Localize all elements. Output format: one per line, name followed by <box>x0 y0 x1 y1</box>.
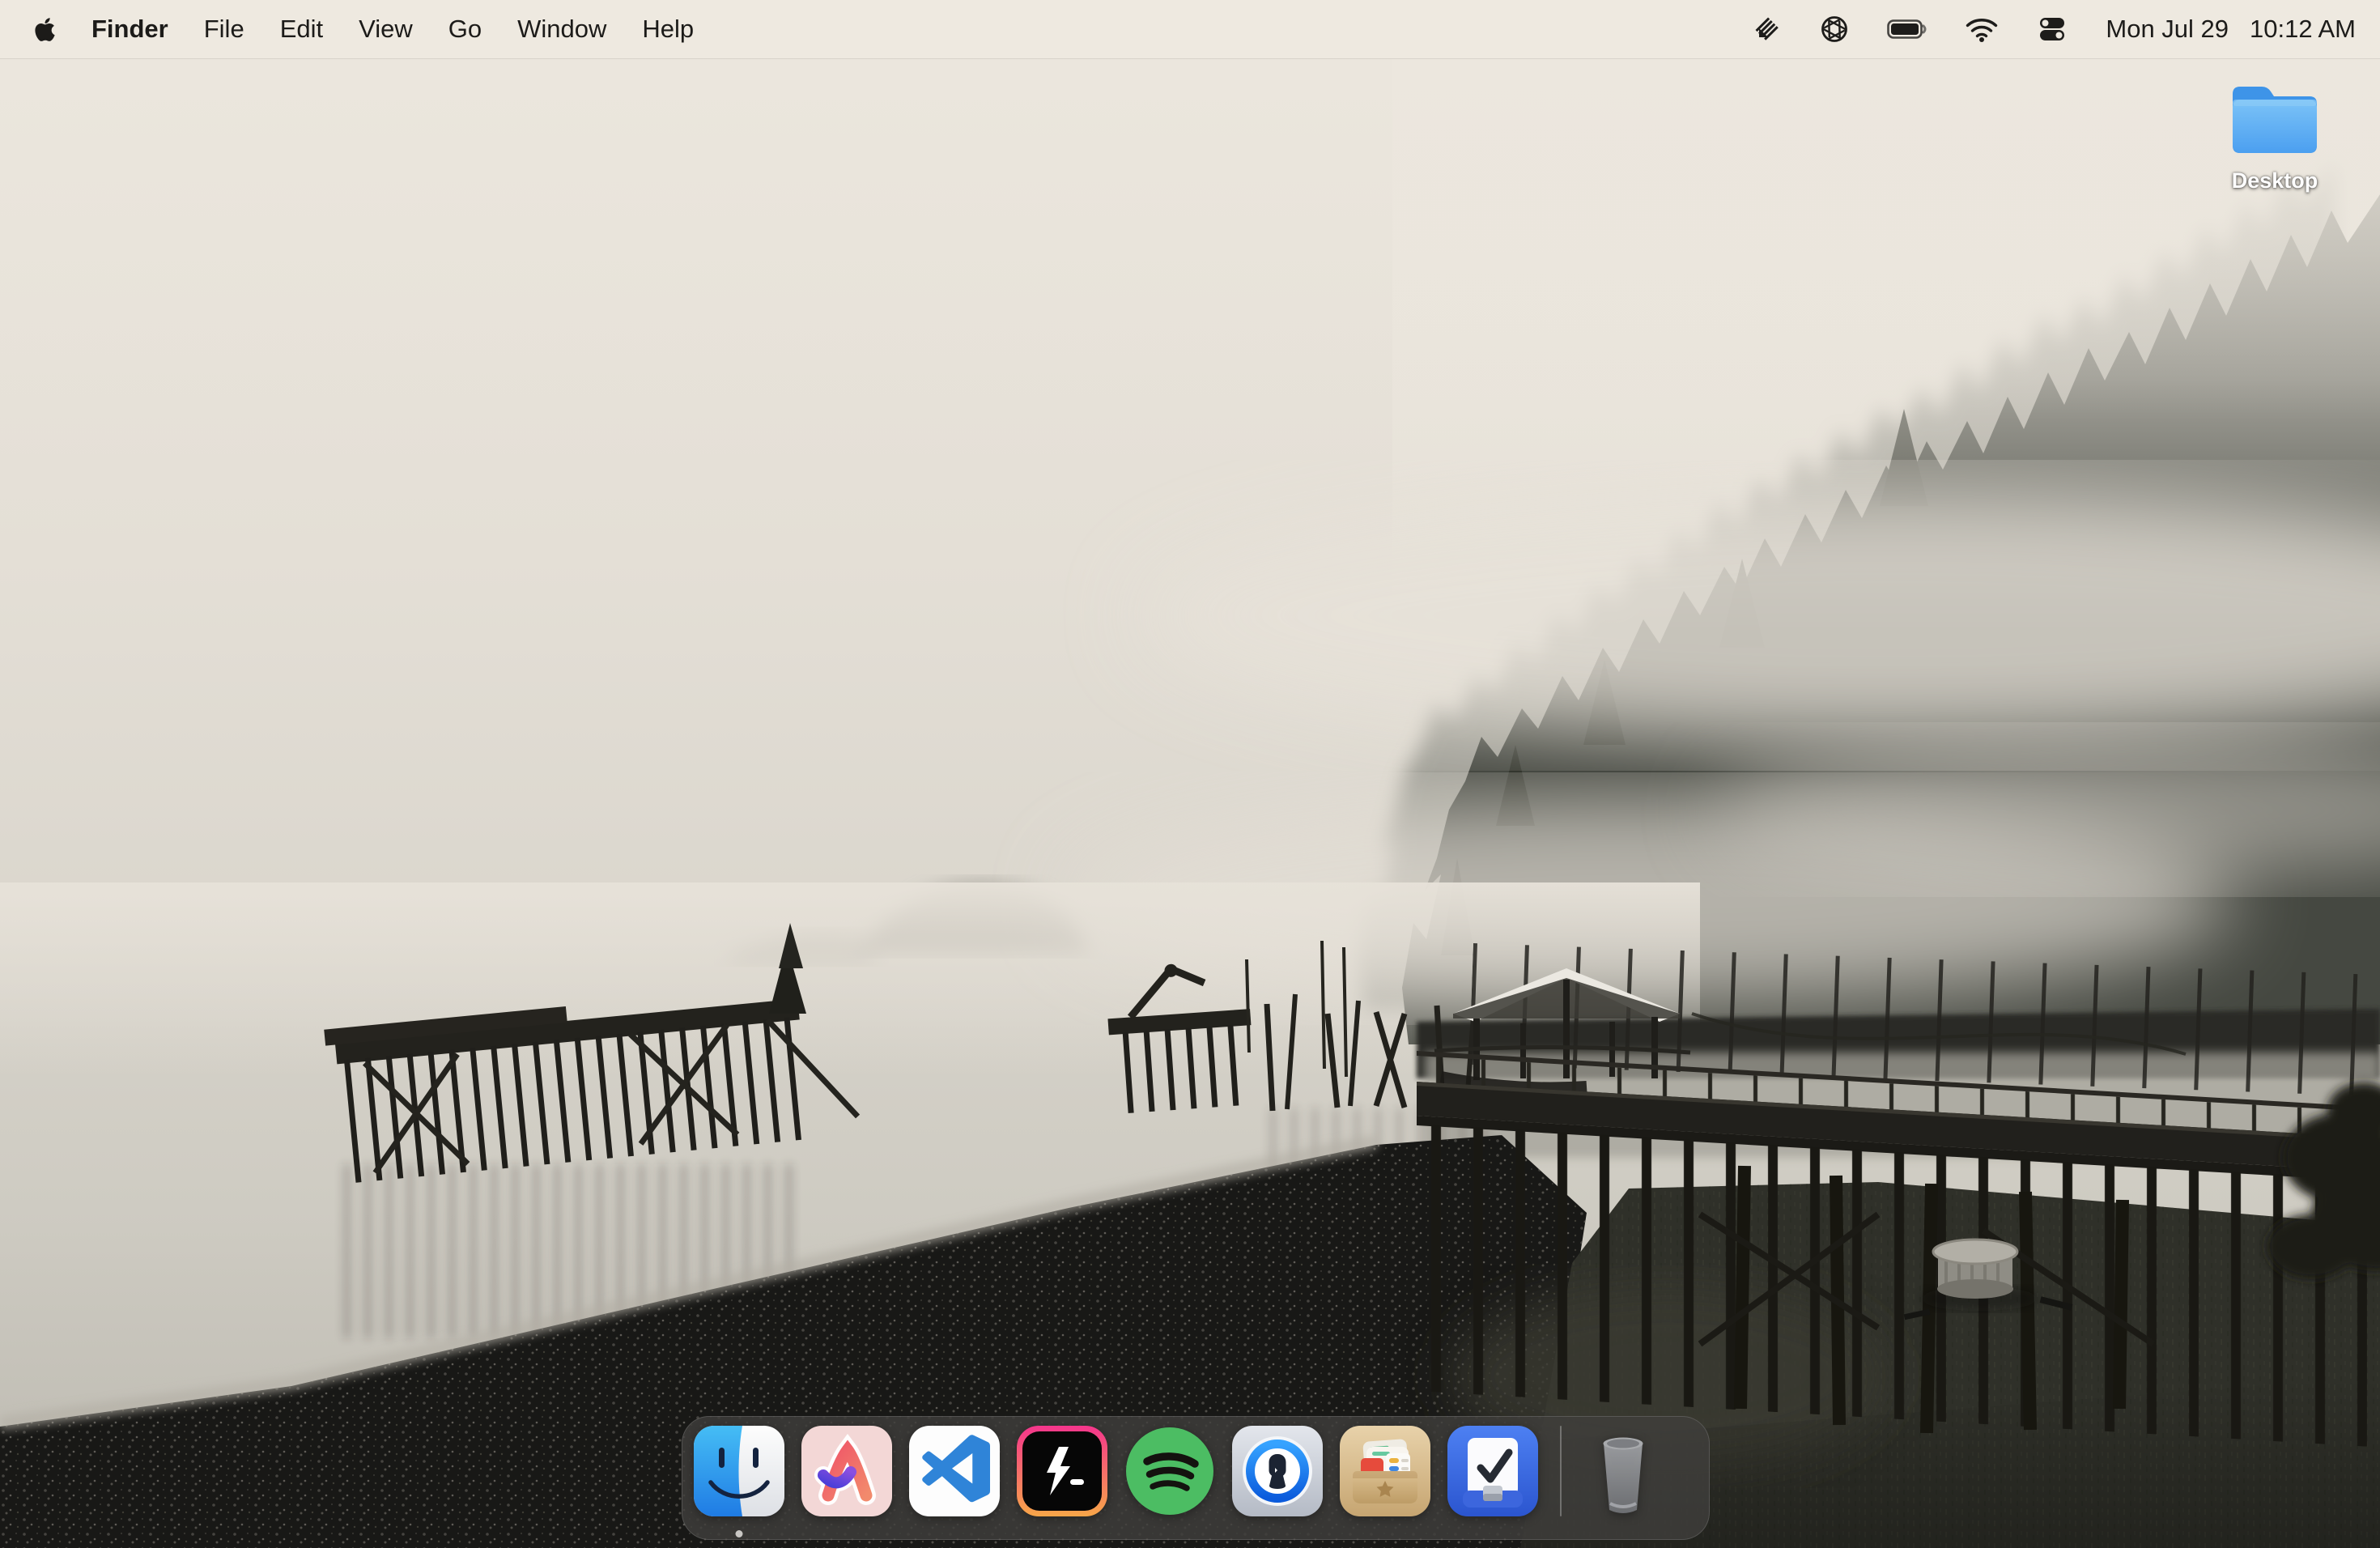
menu-bar: Finder File Edit View Go Window Help <box>0 0 2380 58</box>
aperture-menu-extra-icon[interactable] <box>1819 14 1850 45</box>
dock-trash-icon[interactable] <box>1578 1426 1668 1516</box>
dock-arc-browser-icon[interactable] <box>801 1426 892 1516</box>
apple-logo-icon <box>34 16 56 43</box>
clock-date: Mon Jul 29 <box>2106 15 2229 44</box>
dock-warp-terminal-icon[interactable] <box>1017 1426 1107 1516</box>
dock-goodlinks-icon[interactable] <box>1340 1426 1430 1516</box>
dock-spotify-icon[interactable] <box>1124 1426 1215 1516</box>
desktop-folder-icon[interactable]: Desktop <box>2215 78 2335 194</box>
menu-view[interactable]: View <box>341 15 431 44</box>
folder-icon <box>2225 78 2325 164</box>
menu-file[interactable]: File <box>186 15 262 44</box>
menubar-app-name[interactable]: Finder <box>74 15 186 44</box>
dock-vscode-icon[interactable] <box>909 1426 1000 1516</box>
dock-finder-icon[interactable] <box>694 1426 784 1516</box>
dock-separator <box>1560 1426 1562 1516</box>
macos-desktop: Finder File Edit View Go Window Help <box>0 0 2380 1548</box>
finder-running-indicator <box>736 1530 743 1537</box>
control-center-icon[interactable] <box>2036 15 2068 44</box>
dock <box>682 1416 1710 1540</box>
menu-help[interactable]: Help <box>624 15 712 44</box>
apple-menu[interactable] <box>34 16 74 43</box>
dock-1password-icon[interactable] <box>1232 1426 1323 1516</box>
wifi-icon[interactable] <box>1965 15 1999 43</box>
menu-go[interactable]: Go <box>431 15 499 44</box>
wallpaper-foggy-pier <box>0 0 2380 1548</box>
menubar-clock[interactable]: Mon Jul 29 10:12 AM <box>2106 15 2356 44</box>
menu-edit[interactable]: Edit <box>262 15 341 44</box>
menu-window[interactable]: Window <box>499 15 624 44</box>
striped-glyph-menu-extra-icon[interactable] <box>1753 15 1782 44</box>
battery-icon[interactable] <box>1887 15 1927 43</box>
clock-time: 10:12 AM <box>2250 15 2356 44</box>
dock-things-icon[interactable] <box>1447 1426 1538 1516</box>
desktop-folder-label: Desktop <box>2232 168 2318 194</box>
